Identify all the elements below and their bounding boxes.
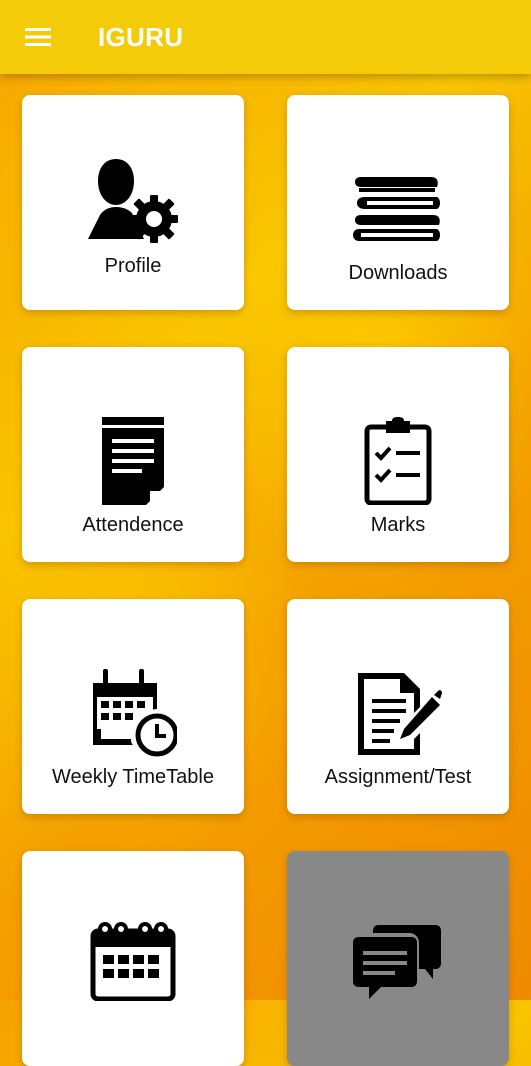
app-bar: IGURU (0, 0, 531, 74)
profile-tile[interactable]: Profile (22, 95, 244, 310)
marks-label: Marks (370, 514, 426, 536)
marks-tile[interactable]: Marks (287, 347, 509, 562)
hamburger-menu-icon (25, 28, 51, 46)
assignment-test-label: Assignment/Test (324, 766, 472, 788)
notepad-icon (100, 417, 166, 505)
weekly-timetable-tile[interactable]: Weekly TimeTable (22, 599, 244, 814)
calendar-tile[interactable] (22, 851, 244, 1066)
calendar-icon (89, 921, 177, 1001)
clipboard-checklist-icon (364, 417, 432, 505)
attendence-tile[interactable]: Attendence (22, 347, 244, 562)
calendar-clock-icon (89, 669, 177, 757)
user-settings-icon (88, 157, 178, 243)
assignment-test-tile[interactable]: Assignment/Test (287, 599, 509, 814)
profile-label: Profile (104, 255, 162, 277)
chat-tile[interactable] (287, 851, 509, 1066)
downloads-tile[interactable]: Downloads (287, 95, 509, 310)
document-pen-icon (354, 669, 442, 757)
weekly-timetable-label: Weekly TimeTable (52, 766, 214, 788)
books-icon (353, 173, 443, 245)
chat-bubbles-icon (353, 923, 443, 1003)
app-title: IGURU (98, 22, 184, 52)
menu-button[interactable] (14, 14, 62, 60)
downloads-label: Downloads (348, 262, 448, 284)
attendence-label: Attendence (82, 514, 184, 536)
